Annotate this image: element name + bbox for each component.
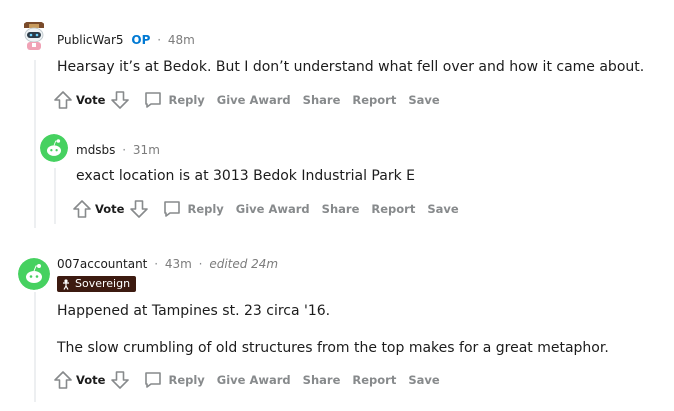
save-button[interactable]: Save [402,368,445,392]
timestamp[interactable]: 43m [165,257,192,271]
timestamp[interactable]: 31m [133,143,160,157]
save-button[interactable]: Save [421,197,464,221]
comment-actions: Vote Reply Give Award Share Report Save [52,88,446,112]
thread-line[interactable] [54,168,56,224]
comment-body: exact location is at 3013 Bedok Industri… [76,168,415,184]
upvote-icon[interactable] [52,89,74,111]
separator-dot: · [198,257,203,271]
flair-label: Sovereign [75,277,131,290]
reply-label: Reply [187,202,224,216]
downvote-icon[interactable] [109,369,131,391]
user-flair: Sovereign [57,276,137,292]
reply-button[interactable]: Reply [137,88,210,112]
avatar[interactable] [18,20,50,52]
reply-button[interactable]: Reply [137,368,210,392]
avatar[interactable] [40,134,68,162]
reply-label: Reply [168,93,205,107]
report-button[interactable]: Report [365,197,421,221]
separator-dot: · [122,143,127,157]
avatar[interactable] [18,258,50,290]
thread-line[interactable] [34,60,36,228]
share-button[interactable]: Share [297,368,347,392]
report-button[interactable]: Report [346,368,402,392]
timestamp[interactable]: 48m [168,33,195,47]
snoo-avatar-icon [18,258,50,290]
comment-body-line: The slow crumbling of old structures fro… [57,340,609,356]
separator-dot: · [154,257,159,271]
give-award-button[interactable]: Give Award [211,88,297,112]
vote-label: Vote [95,202,125,216]
user-avatar-icon [18,20,50,52]
comment-meta: PublicWar5 OP · 48m [57,32,195,48]
upvote-icon[interactable] [52,369,74,391]
save-button[interactable]: Save [402,88,445,112]
share-button[interactable]: Share [316,197,366,221]
edited-label: edited 24m [209,257,279,271]
author-name[interactable]: mdsbs [76,143,115,157]
comment-actions: Vote Reply Give Award Share Report Save [71,197,465,221]
vote-label: Vote [76,373,106,387]
comment-body: Hearsay it’s at Bedok. But I don’t under… [57,59,645,75]
give-award-button[interactable]: Give Award [230,197,316,221]
comment-bubble-icon [145,372,162,388]
reply-label: Reply [168,373,205,387]
comment-body-line: Happened at Tampines st. 23 circa '16. [57,303,331,319]
comment-meta: 007accountant · 43m · edited 24m [57,256,278,272]
figure-icon [63,278,69,290]
author-name[interactable]: 007accountant [57,257,147,271]
comment-meta: mdsbs · 31m [76,142,160,158]
downvote-icon[interactable] [109,89,131,111]
op-badge: OP [131,33,151,47]
downvote-icon[interactable] [128,198,150,220]
snoo-avatar-icon [40,134,68,162]
give-award-button[interactable]: Give Award [211,368,297,392]
comment-bubble-icon [164,201,181,217]
upvote-icon[interactable] [71,198,93,220]
comment-bubble-icon [145,92,162,108]
share-button[interactable]: Share [297,88,347,112]
comment-actions: Vote Reply Give Award Share Report Save [52,368,446,392]
report-button[interactable]: Report [346,88,402,112]
author-name[interactable]: PublicWar5 [57,33,124,47]
separator-dot: · [157,33,162,47]
vote-label: Vote [76,93,106,107]
thread-line[interactable] [34,292,36,402]
reply-button[interactable]: Reply [156,197,229,221]
